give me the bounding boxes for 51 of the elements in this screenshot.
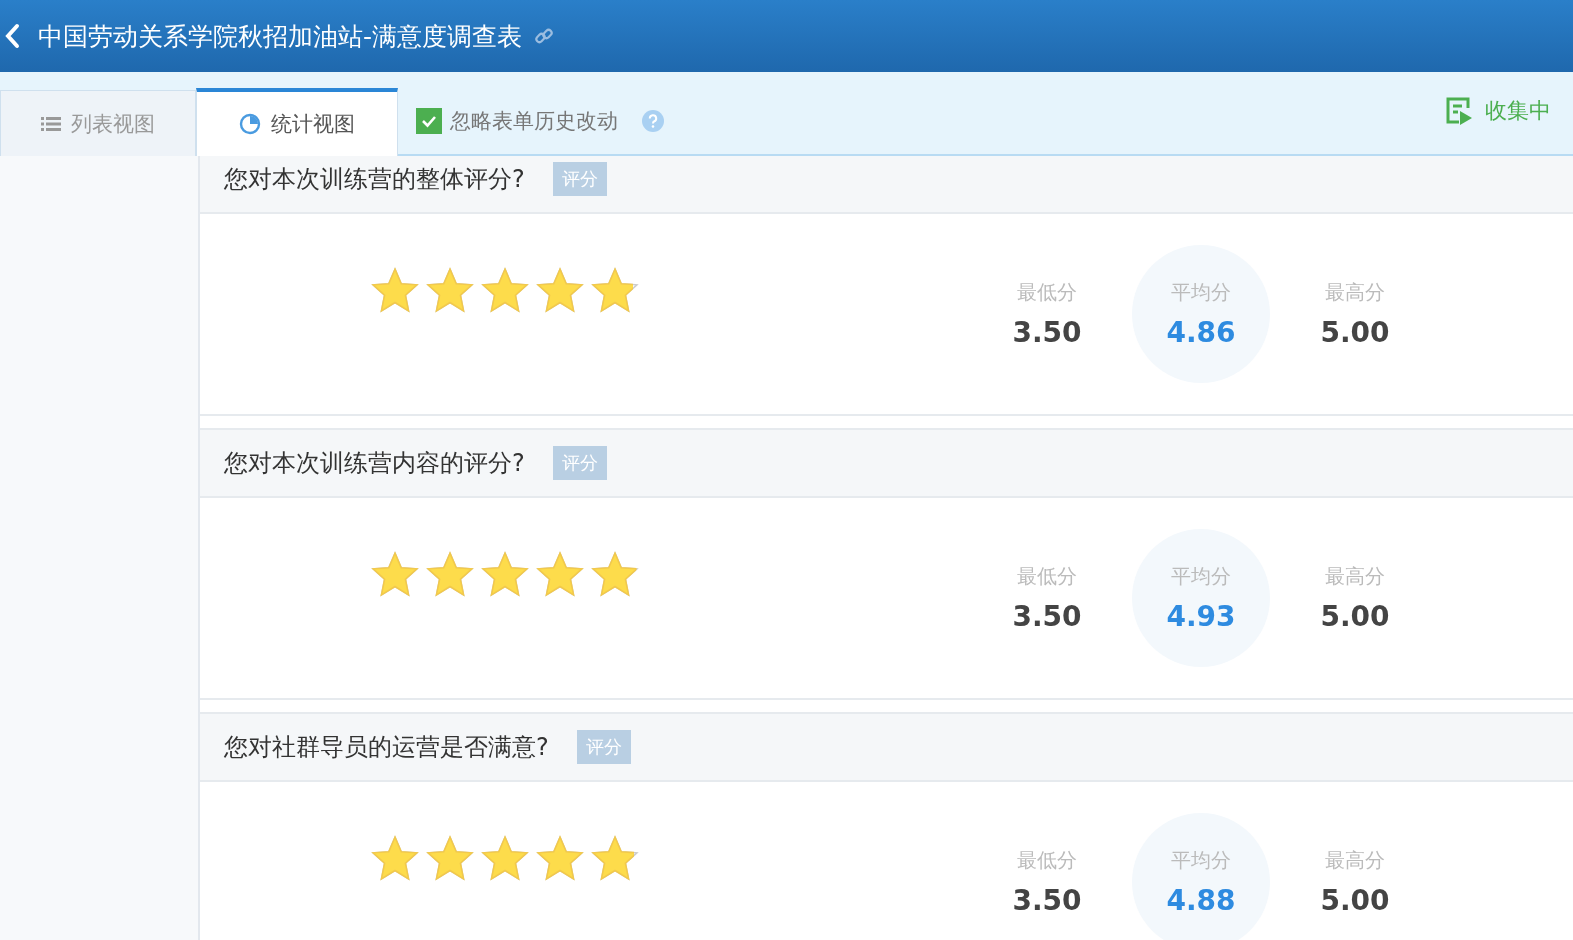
form-play-icon <box>1445 96 1473 126</box>
stat-label: 最低分 <box>1017 279 1077 306</box>
star-icon <box>425 266 475 314</box>
stat-label: 最高分 <box>1325 563 1385 590</box>
star-icon <box>425 834 475 882</box>
question-title: 您对本次训练营的整体评分? <box>224 164 525 195</box>
pie-chart-icon <box>239 113 261 135</box>
stat-label: 最低分 <box>1017 563 1077 590</box>
checkbox-label: 忽略表单历史改动 <box>450 108 618 135</box>
star-icon <box>535 834 585 882</box>
view-tab[interactable]: 列表视图 <box>0 90 196 156</box>
star-icon <box>480 266 530 314</box>
stat-label: 最高分 <box>1325 847 1385 874</box>
stat-value: 3.50 <box>1012 316 1082 349</box>
star-icon <box>480 834 530 882</box>
checkbox[interactable] <box>416 108 442 134</box>
star-icon <box>535 266 585 314</box>
stat-value: 4.86 <box>1166 316 1236 349</box>
question-title: 您对社群导员的运营是否满意? <box>224 732 549 763</box>
star-icon <box>480 550 530 598</box>
star-icon <box>370 266 420 314</box>
question-type-tag: 评分 <box>576 730 631 764</box>
collecting-status[interactable]: 收集中 <box>1445 96 1551 126</box>
back-icon[interactable] <box>4 23 20 49</box>
star-icon <box>425 550 475 598</box>
stat-value: 3.50 <box>1012 884 1082 917</box>
form-title: 中国劳动关系学院秋招加油站-满意度调查表 <box>38 20 523 53</box>
stat-value: 4.88 <box>1166 884 1236 917</box>
star-icon <box>370 550 420 598</box>
star-icon <box>590 550 640 598</box>
stat-value: 4.93 <box>1166 600 1236 633</box>
list-icon <box>41 115 61 132</box>
star-icon <box>590 834 640 882</box>
stat-label: 平均分 <box>1171 847 1231 874</box>
view-tab[interactable]: 统计视图 <box>196 88 398 156</box>
stat-value: 3.50 <box>1012 600 1082 633</box>
question-type-tag: 评分 <box>552 162 607 196</box>
stat-value: 5.00 <box>1320 316 1390 349</box>
stat-value: 5.00 <box>1320 884 1390 917</box>
link-icon[interactable] <box>534 26 555 46</box>
star-icon <box>535 550 585 598</box>
stat-label: 最高分 <box>1325 279 1385 306</box>
question-title: 您对本次训练营内容的评分? <box>224 448 525 479</box>
stat-label: 平均分 <box>1171 279 1231 306</box>
star-icon <box>370 834 420 882</box>
star-icon <box>590 266 640 314</box>
stat-label: 最低分 <box>1017 847 1077 874</box>
stat-value: 5.00 <box>1320 600 1390 633</box>
stat-label: 平均分 <box>1171 563 1231 590</box>
question-type-tag: 评分 <box>552 446 607 480</box>
help-icon[interactable] <box>642 110 664 132</box>
